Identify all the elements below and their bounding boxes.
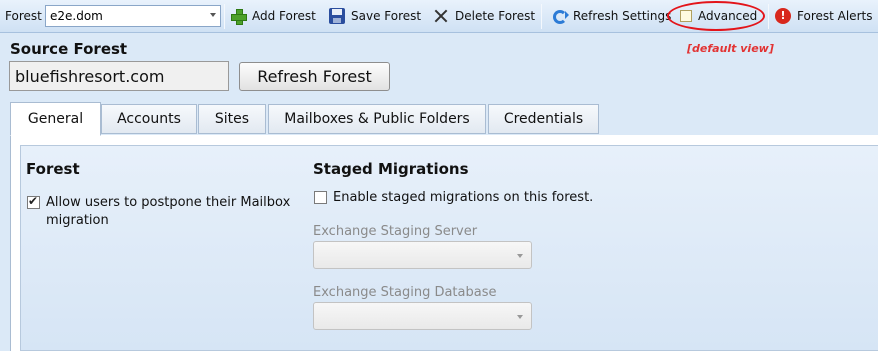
forest-section-title: Forest [26, 160, 80, 178]
tab-accounts[interactable]: Accounts [101, 104, 197, 134]
tab-general[interactable]: General [10, 102, 101, 136]
alert-icon: ! [775, 8, 791, 24]
staged-migrations-title: Staged Migrations [313, 160, 469, 178]
tab-credentials[interactable]: Credentials [488, 104, 599, 134]
staging-server-label: Exchange Staging Server [313, 224, 478, 239]
toolbar-divider [541, 4, 542, 29]
staging-database-select[interactable] [313, 302, 532, 330]
save-forest-label: Save Forest [351, 9, 422, 23]
forest-label: Forest [5, 9, 42, 23]
postpone-label-line2: migration [46, 213, 109, 228]
toolbar-divider [224, 4, 225, 29]
general-settings-panel: Forest Allow users to postpone their Mai… [20, 145, 878, 351]
forest-select[interactable]: e2e.dom [45, 5, 221, 27]
staging-server-select[interactable] [313, 241, 532, 269]
enable-staged-label: Enable staged migrations on this forest. [333, 190, 594, 205]
enable-staged-checkbox[interactable] [314, 191, 327, 204]
toolbar-divider [768, 4, 769, 29]
highlight-annotation [667, 1, 765, 31]
refresh-icon [553, 9, 569, 24]
add-forest-button[interactable]: Add Forest [230, 5, 316, 27]
staging-database-label: Exchange Staging Database [313, 285, 497, 300]
source-forest-field: bluefishresort.com [9, 61, 229, 91]
refresh-settings-label: Refresh Settings [573, 9, 672, 23]
chevron-down-icon [517, 315, 523, 319]
refresh-forest-button[interactable]: Refresh Forest [239, 62, 390, 91]
delete-icon [433, 8, 449, 24]
add-icon [230, 8, 247, 25]
postpone-label-line1: Allow users to postpone their Mailbox [46, 195, 291, 210]
forest-alerts-button[interactable]: ! Forest Alerts [775, 5, 872, 27]
forest-select-value: e2e.dom [50, 9, 103, 23]
source-forest-title: Source Forest [10, 40, 128, 58]
refresh-settings-button[interactable]: Refresh Settings [553, 5, 671, 27]
delete-forest-button[interactable]: Delete Forest [433, 5, 535, 27]
forest-alerts-label: Forest Alerts [797, 9, 873, 23]
postpone-checkbox[interactable] [27, 194, 40, 209]
tab-mailboxes-public-folders[interactable]: Mailboxes & Public Folders [268, 104, 486, 134]
chevron-down-icon [517, 254, 523, 258]
delete-forest-label: Delete Forest [455, 9, 536, 23]
tab-sites[interactable]: Sites [198, 104, 266, 134]
save-forest-button[interactable]: Save Forest [329, 5, 421, 27]
add-forest-label: Add Forest [252, 9, 316, 23]
default-view-annotation: [default view] [687, 42, 774, 55]
chevron-down-icon [210, 13, 216, 17]
save-icon [329, 8, 345, 24]
